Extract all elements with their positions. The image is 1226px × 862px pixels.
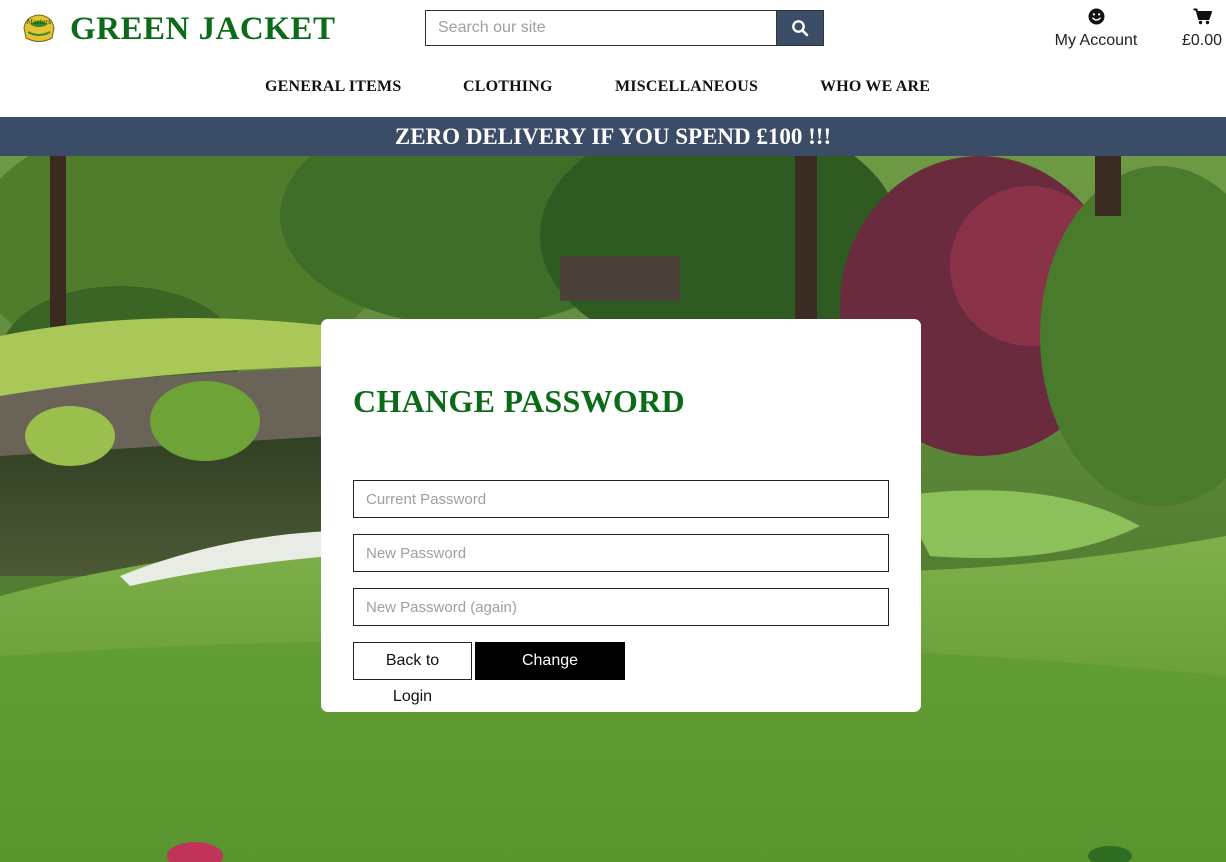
change-password-button[interactable]: Change Password <box>475 642 625 705</box>
nav-clothing[interactable]: CLOTHING <box>463 78 553 96</box>
main-nav: GENERAL ITEMS CLOTHING MISCELLANEOUS WHO… <box>0 78 1226 100</box>
logo-badge-icon: Masters <box>20 12 58 46</box>
new-password-again-field[interactable] <box>353 588 889 626</box>
search-icon <box>792 20 809 37</box>
site-header: Masters GREEN JACKET My Account <box>0 0 1226 117</box>
cart-total: £0.00 <box>1181 32 1223 49</box>
cart-icon <box>1193 8 1212 25</box>
change-password-card: CHANGE PASSWORD Back to Login Change Pas… <box>321 319 921 712</box>
my-account-label: My Account <box>1054 32 1138 49</box>
search-bar <box>425 10 824 46</box>
brand-name: GREEN JACKET <box>70 11 336 47</box>
nav-who-we-are[interactable]: WHO WE ARE <box>820 78 930 96</box>
nav-miscellaneous[interactable]: MISCELLANEOUS <box>615 78 758 96</box>
delivery-banner: ZERO DELIVERY IF YOU SPEND £100 !!! <box>0 117 1226 156</box>
smiley-icon <box>1088 8 1104 25</box>
new-password-field[interactable] <box>353 534 889 572</box>
svg-text:Masters: Masters <box>26 19 52 26</box>
cart-link[interactable]: £0.00 <box>1176 8 1226 50</box>
current-password-field[interactable] <box>353 480 889 518</box>
my-account-link[interactable]: My Account <box>1050 8 1142 50</box>
search-input[interactable] <box>425 10 777 46</box>
page-title: CHANGE PASSWORD <box>353 383 685 419</box>
search-button[interactable] <box>776 10 824 46</box>
nav-general-items[interactable]: GENERAL ITEMS <box>265 78 401 96</box>
back-to-login-button[interactable]: Back to Login <box>353 642 472 705</box>
logo[interactable]: Masters GREEN JACKET <box>20 10 335 48</box>
